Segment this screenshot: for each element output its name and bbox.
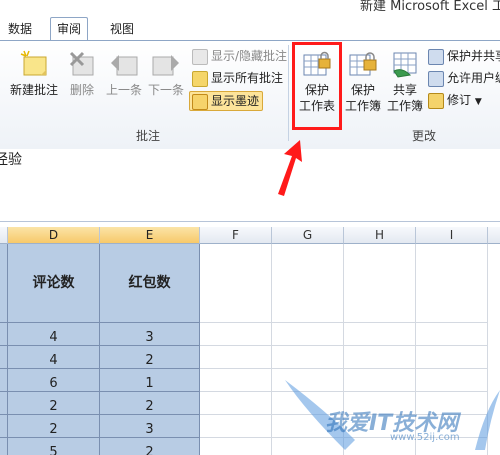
cell[interactable] <box>0 369 8 392</box>
data-cell[interactable]: 2 <box>100 346 200 369</box>
protect-workbook-label-2: 工作簿 <box>344 99 381 113</box>
protect-and-share-button[interactable]: 保护并共享 <box>428 47 500 65</box>
show-ink-label: 显示墨迹 <box>211 94 260 108</box>
data-cell[interactable]: 2 <box>8 415 100 438</box>
share-workbook-button[interactable]: 共享 工作簿 <box>384 49 426 114</box>
new-comment-button[interactable]: 新建批注 <box>6 49 62 98</box>
delete-comment-icon <box>67 49 97 79</box>
previous-comment-button[interactable]: 上一条 <box>104 49 144 98</box>
data-cell[interactable]: 2 <box>8 392 100 415</box>
data-cell[interactable]: 1 <box>100 369 200 392</box>
data-cell[interactable]: 3 <box>100 323 200 346</box>
show-hide-comment-button[interactable]: 显示/隐藏批注 <box>192 47 287 65</box>
title-bar: 新建 Microsoft Excel 工 <box>0 0 500 16</box>
allow-users-edit-label: 允许用户编 <box>447 71 500 85</box>
column-header-g[interactable]: G <box>272 227 344 244</box>
formula-content: 经验 <box>0 152 22 168</box>
show-all-comments-label: 显示所有批注 <box>211 71 284 85</box>
protect-and-share-icon <box>428 48 444 65</box>
track-changes-icon <box>428 92 444 109</box>
watermark-url: www.52ij.com <box>390 432 460 443</box>
tab-data[interactable]: 数据 <box>2 19 38 40</box>
show-all-comments-button[interactable]: 显示所有批注 <box>192 69 283 87</box>
cell[interactable] <box>344 244 416 323</box>
ribbon: 新建批注 删除 上一条 下一条 显示/隐藏批注 显示所有批注 显示墨迹 批注 保… <box>0 40 500 150</box>
cell[interactable] <box>344 346 416 369</box>
highlight-box <box>292 42 342 130</box>
cell[interactable] <box>416 244 488 323</box>
show-ink-icon <box>192 93 208 110</box>
column-header-h[interactable]: H <box>344 227 416 244</box>
data-cell[interactable]: 2 <box>100 392 200 415</box>
previous-comment-icon <box>109 49 139 79</box>
share-workbook-icon <box>390 49 420 79</box>
data-cell[interactable]: 4 <box>8 346 100 369</box>
ribbon-tabs: 数据 审阅 视图 <box>0 16 500 41</box>
previous-comment-label: 上一条 <box>105 83 142 97</box>
cell[interactable] <box>200 244 272 323</box>
track-changes-label: 修订 <box>447 93 472 107</box>
show-all-comments-icon <box>192 70 208 87</box>
cell[interactable] <box>0 438 8 455</box>
pointer-arrow <box>278 140 302 196</box>
column-header-c[interactable] <box>0 227 8 244</box>
changes-group-label: 更改 <box>412 129 437 143</box>
cell[interactable] <box>416 346 488 369</box>
cell[interactable] <box>272 323 344 346</box>
formula-bar[interactable]: 经验 <box>0 149 500 222</box>
data-cell[interactable]: 4 <box>8 323 100 346</box>
cell[interactable] <box>200 346 272 369</box>
cell[interactable] <box>416 323 488 346</box>
cell[interactable] <box>272 244 344 323</box>
next-comment-label: 下一条 <box>147 83 184 97</box>
group-divider <box>288 45 289 141</box>
cell[interactable] <box>200 438 272 455</box>
cell[interactable] <box>0 415 8 438</box>
protect-workbook-label-1: 保护 <box>350 83 375 97</box>
tab-review[interactable]: 审阅 <box>50 17 89 41</box>
track-changes-button[interactable]: 修订 ▼ <box>428 91 482 109</box>
header-cell-comments[interactable]: 评论数 <box>8 244 100 323</box>
protect-workbook-button[interactable]: 保护 工作簿 <box>342 49 384 114</box>
protect-workbook-icon <box>348 49 378 79</box>
cell[interactable] <box>0 244 8 323</box>
data-cell[interactable]: 6 <box>8 369 100 392</box>
column-header-f[interactable]: F <box>200 227 272 244</box>
window-title: 新建 Microsoft Excel 工 <box>360 0 500 14</box>
data-cell[interactable]: 2 <box>100 438 200 455</box>
next-comment-button[interactable]: 下一条 <box>146 49 186 98</box>
cell[interactable] <box>0 323 8 346</box>
cell[interactable] <box>200 369 272 392</box>
cell[interactable] <box>200 323 272 346</box>
allow-users-edit-icon <box>428 70 444 87</box>
data-cell[interactable]: 3 <box>100 415 200 438</box>
delete-comment-label: 删除 <box>69 83 94 97</box>
next-comment-icon <box>151 49 181 79</box>
cell[interactable] <box>0 346 8 369</box>
cell[interactable] <box>200 392 272 415</box>
column-header-d[interactable]: D <box>8 227 100 244</box>
column-header-e[interactable]: E <box>100 227 200 244</box>
cell[interactable] <box>0 392 8 415</box>
new-comment-label: 新建批注 <box>9 83 58 97</box>
column-header-j[interactable] <box>488 227 500 244</box>
column-header-i[interactable]: I <box>416 227 488 244</box>
delete-comment-button[interactable]: 删除 <box>64 49 100 98</box>
share-workbook-label-1: 共享 <box>392 83 417 97</box>
show-hide-comment-label: 显示/隐藏批注 <box>211 49 288 63</box>
cell[interactable] <box>344 323 416 346</box>
protect-and-share-label: 保护并共享 <box>447 49 500 63</box>
tab-view[interactable]: 视图 <box>104 19 140 40</box>
header-cell-red-packets[interactable]: 红包数 <box>100 244 200 323</box>
data-cell[interactable]: 5 <box>8 438 100 455</box>
chevron-down-icon: ▼ <box>474 97 482 107</box>
show-hide-comment-icon <box>192 48 208 65</box>
cell[interactable] <box>272 346 344 369</box>
comments-group-label: 批注 <box>136 129 161 143</box>
allow-users-edit-button[interactable]: 允许用户编 <box>428 69 500 87</box>
show-ink-button[interactable]: 显示墨迹 <box>189 91 264 111</box>
cell[interactable] <box>200 415 272 438</box>
share-workbook-label-2: 工作簿 <box>386 99 423 113</box>
new-comment-icon <box>19 49 49 79</box>
